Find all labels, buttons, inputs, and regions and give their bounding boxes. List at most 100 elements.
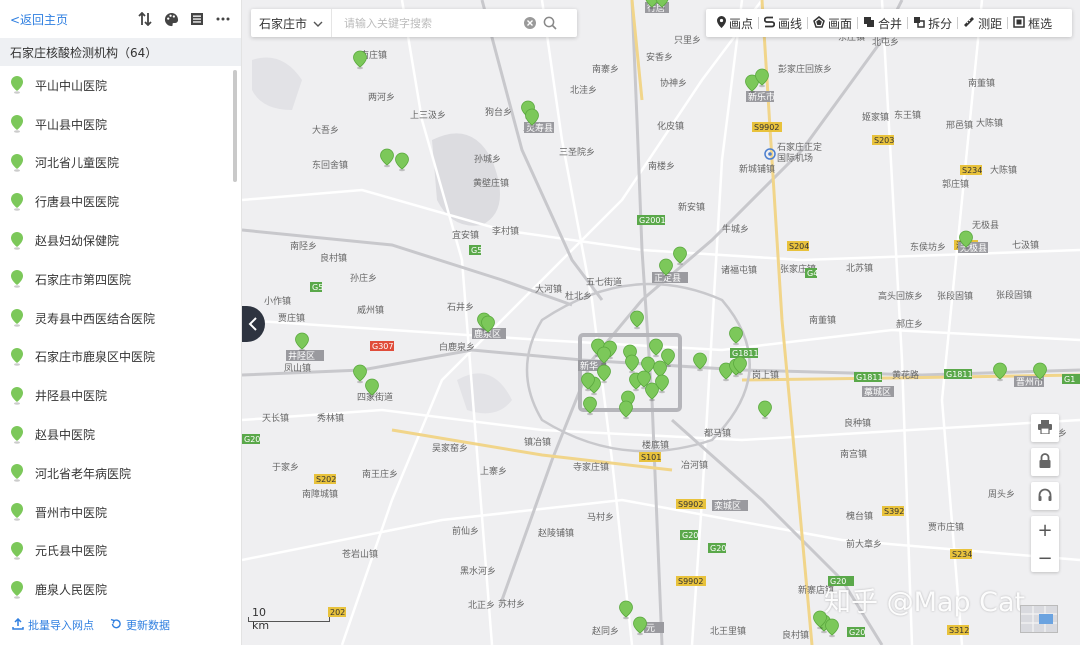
list-item-label: 石家庄市鹿泉区中医院 bbox=[35, 350, 156, 365]
svg-text:都马镇: 都马镇 bbox=[704, 427, 731, 439]
group-title[interactable]: 石家庄核酸检测机构（64） bbox=[0, 38, 241, 66]
merge-button[interactable]: 合并 bbox=[858, 9, 907, 37]
svg-text:南陉乡: 南陉乡 bbox=[290, 240, 317, 252]
svg-text:元: 元 bbox=[646, 624, 655, 634]
map-marker-icon[interactable] bbox=[729, 326, 743, 346]
city-select[interactable]: 石家庄市 bbox=[251, 9, 333, 37]
list-item[interactable]: 井陉县中医院 bbox=[0, 376, 242, 415]
split-button[interactable]: 拆分 bbox=[908, 9, 957, 37]
list-item[interactable]: 平山中山医院 bbox=[0, 66, 242, 105]
map-marker-icon[interactable] bbox=[295, 332, 309, 352]
svg-text:南王庄乡: 南王庄乡 bbox=[362, 468, 398, 480]
svg-text:202: 202 bbox=[330, 608, 345, 617]
svg-text:白鹿泉乡: 白鹿泉乡 bbox=[439, 341, 475, 353]
list-item[interactable]: 元氏县中医院 bbox=[0, 532, 242, 571]
list-item[interactable]: 河北省老年病医院 bbox=[0, 454, 242, 493]
clear-icon[interactable] bbox=[522, 15, 538, 31]
map-marker-icon[interactable] bbox=[619, 400, 633, 420]
svg-text:赵同乡: 赵同乡 bbox=[592, 625, 619, 637]
svg-text:良村镇: 良村镇 bbox=[320, 252, 347, 264]
import-label: 批量导入网点 bbox=[28, 619, 94, 632]
ruler-icon bbox=[963, 16, 975, 31]
box-select-button[interactable]: 框选 bbox=[1008, 9, 1057, 37]
list-item[interactable]: 赵县中医院 bbox=[0, 415, 242, 454]
svg-text:姬家镇: 姬家镇 bbox=[862, 111, 889, 123]
refresh-button[interactable]: 更新数据 bbox=[110, 617, 170, 633]
measure-label: 测距 bbox=[978, 16, 1003, 31]
svg-text:良村镇: 良村镇 bbox=[782, 629, 809, 641]
map-marker-icon[interactable] bbox=[825, 618, 839, 638]
measure-button[interactable]: 测距 bbox=[958, 9, 1007, 37]
svg-text:岗上镇: 岗上镇 bbox=[752, 369, 779, 381]
list-item[interactable]: 石家庄市第四医院 bbox=[0, 260, 242, 299]
minus-icon: − bbox=[1037, 547, 1053, 569]
draw-point-button[interactable]: 画点 bbox=[712, 9, 758, 37]
list-item[interactable]: 平山县中医院 bbox=[0, 105, 242, 144]
support-button[interactable] bbox=[1031, 482, 1059, 510]
table-icon[interactable] bbox=[189, 11, 205, 27]
map-marker-icon[interactable] bbox=[353, 364, 367, 384]
map-marker-icon[interactable] bbox=[583, 396, 597, 416]
search-icon[interactable] bbox=[542, 15, 558, 31]
svg-text:诸福屯镇: 诸福屯镇 bbox=[721, 264, 757, 276]
svg-text:张段固镇: 张段固镇 bbox=[996, 289, 1032, 301]
print-button[interactable] bbox=[1031, 414, 1059, 442]
import-button[interactable]: 批量导入网点 bbox=[12, 617, 94, 633]
list-item[interactable]: 灵寿县中西医结合医院 bbox=[0, 299, 242, 338]
svg-text:郭庄镇: 郭庄镇 bbox=[942, 178, 969, 190]
list-item-label: 赵县中医院 bbox=[35, 428, 96, 443]
map-marker-icon[interactable] bbox=[353, 50, 367, 70]
watermark: 知乎 @Map Cat bbox=[824, 587, 1026, 618]
chevron-down-icon bbox=[313, 16, 323, 30]
map-canvas[interactable]: 南庄镇 两河乡 大吾乡 东回舍镇 上三汲乡 狗台乡 灵寿县 北洼乡 南寨乡 安香… bbox=[242, 0, 1080, 645]
svg-text:孙城乡: 孙城乡 bbox=[474, 153, 501, 165]
list-item[interactable]: 河北省儿童医院 bbox=[0, 144, 242, 183]
lock-button[interactable] bbox=[1031, 448, 1059, 476]
site-list: 平山中山医院 平山县中医院河北省儿童医院行唐县中医医院赵县妇幼保健院 石家庄市第四医… bbox=[0, 66, 242, 604]
list-item[interactable]: 赵县妇幼保健院 bbox=[0, 221, 242, 260]
svg-text:国际机场: 国际机场 bbox=[777, 152, 813, 164]
list-item-label: 赵县妇幼保健院 bbox=[35, 234, 120, 249]
svg-text:G5: G5 bbox=[471, 246, 482, 255]
svg-text:G5: G5 bbox=[312, 283, 323, 292]
zoom-in-button[interactable]: + bbox=[1031, 516, 1059, 544]
map-pin-icon bbox=[10, 309, 24, 327]
back-home-link[interactable]: <返回主页 bbox=[10, 11, 68, 28]
svg-text:七汲镇: 七汲镇 bbox=[1012, 239, 1039, 251]
list-item[interactable]: 行唐县中医医院 bbox=[0, 182, 242, 221]
svg-text:牛城乡: 牛城乡 bbox=[722, 223, 749, 235]
search-bar: 石家庄市 bbox=[251, 9, 577, 37]
sort-icon[interactable] bbox=[137, 11, 153, 27]
more-icon[interactable] bbox=[215, 11, 231, 27]
list-item-label: 石家庄市第四医院 bbox=[35, 272, 132, 287]
list-item-label: 河北省儿童医院 bbox=[35, 156, 120, 171]
draw-line-button[interactable]: 画线 bbox=[759, 9, 807, 37]
list-item[interactable]: 鹿泉人民医院 bbox=[0, 570, 242, 604]
palette-icon[interactable] bbox=[163, 11, 179, 27]
list-item[interactable]: 晋州市中医院 bbox=[0, 493, 242, 532]
svg-text:彭家庄回族乡: 彭家庄回族乡 bbox=[778, 63, 832, 75]
minimap-toggle[interactable] bbox=[1020, 605, 1058, 633]
map-marker-icon[interactable] bbox=[619, 600, 633, 620]
map-marker-icon[interactable] bbox=[625, 354, 639, 374]
map-marker-icon[interactable] bbox=[758, 400, 772, 420]
map-markers bbox=[295, 0, 1047, 638]
search-input[interactable] bbox=[332, 16, 519, 30]
svg-text:南宫镇: 南宫镇 bbox=[840, 448, 867, 460]
map-marker-icon[interactable] bbox=[993, 362, 1007, 382]
svg-text:化皮镇: 化皮镇 bbox=[657, 120, 684, 132]
map-marker-icon[interactable] bbox=[395, 152, 409, 172]
svg-text:南障城镇: 南障城镇 bbox=[302, 488, 338, 500]
map-marker-icon[interactable] bbox=[630, 310, 644, 330]
svg-text:南董镇: 南董镇 bbox=[968, 77, 995, 89]
list-scrollbar[interactable] bbox=[233, 70, 237, 182]
draw-polygon-button[interactable]: 画面 bbox=[808, 9, 857, 37]
map-marker-icon[interactable] bbox=[649, 338, 663, 358]
polyline-icon bbox=[763, 16, 776, 31]
list-item[interactable]: 石家庄市鹿泉区中医院 bbox=[0, 338, 242, 377]
zoom-out-button[interactable]: − bbox=[1031, 544, 1059, 572]
lock-icon bbox=[1038, 452, 1052, 472]
map-marker-icon[interactable] bbox=[380, 148, 394, 168]
svg-text:北洼乡: 北洼乡 bbox=[570, 84, 597, 96]
draw-point-label: 画点 bbox=[729, 16, 754, 31]
